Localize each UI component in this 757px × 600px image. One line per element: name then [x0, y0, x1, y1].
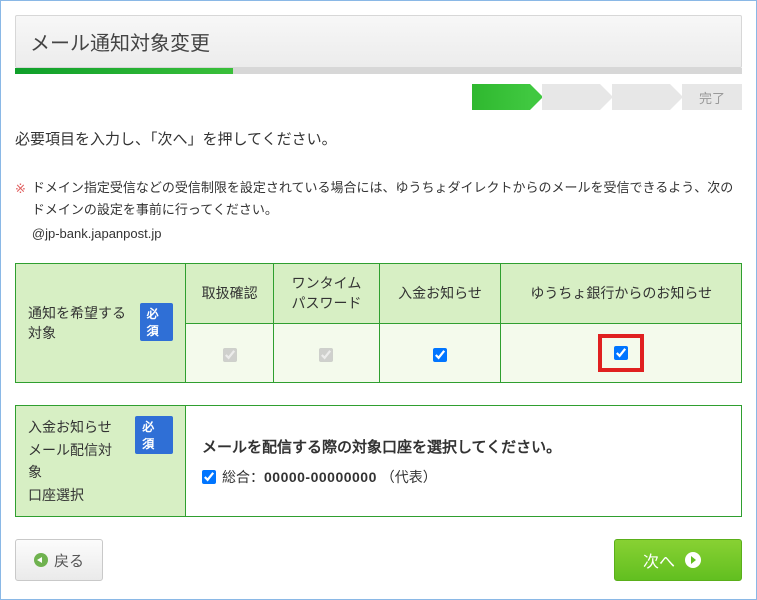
checkbox-deposit-notice[interactable]: [433, 348, 447, 362]
col-header-3: 入金お知らせ: [379, 264, 501, 324]
next-button[interactable]: 次へ: [614, 539, 742, 581]
check-cell-2: [274, 324, 379, 383]
page-title: メール通知対象変更: [15, 15, 742, 68]
check-cell-4: [501, 324, 742, 383]
account-line: 総合：00000-00000000 （代表）: [202, 467, 725, 487]
account-select-content: メールを配信する際の対象口座を選択してください。 総合：00000-000000…: [186, 406, 742, 517]
checkbox-account[interactable]: [202, 470, 216, 484]
checkbox-handling-confirm: [223, 348, 237, 362]
warning-body: ドメイン指定受信などの受信制限を設定されている場合には、ゆうちょダイレクトからの…: [32, 177, 742, 245]
progress-active: [15, 68, 233, 74]
col-header-4: ゆうちょ銀行からのお知らせ: [501, 264, 742, 324]
account-select-label-cell: 入金お知らせ メール配信対象 口座選択 必須: [16, 406, 186, 517]
account-select-label: 入金お知らせ メール配信対象 口座選択: [28, 416, 125, 506]
required-badge: 必須: [140, 303, 173, 341]
back-button-label: 戻る: [54, 550, 84, 571]
step-1-arrow: [472, 84, 530, 110]
required-badge-2: 必須: [135, 416, 173, 454]
check-cell-3: [379, 324, 501, 383]
account-suffix: （代表）: [381, 469, 437, 485]
notify-target-label-cell: 通知を希望する対象 必須: [16, 264, 186, 383]
notify-target-label: 通知を希望する対象: [28, 303, 130, 343]
warning-block: ※ ドメイン指定受信などの受信制限を設定されている場合には、ゆうちょダイレクトか…: [15, 177, 742, 245]
warning-mark: ※: [15, 178, 26, 245]
next-button-label: 次へ: [643, 548, 675, 572]
account-prefix: 総合：: [222, 469, 264, 485]
highlight-box: [598, 334, 644, 372]
account-select-instruction: メールを配信する際の対象口座を選択してください。: [202, 436, 725, 457]
warning-text: ドメイン指定受信などの受信制限を設定されている場合には、ゆうちょダイレクトからの…: [32, 177, 742, 221]
checkbox-bank-notice[interactable]: [614, 346, 628, 360]
account-number: 00000-00000000: [264, 469, 377, 485]
instruction-text: 必要項目を入力し、「次へ」を押してください。: [15, 128, 742, 149]
warning-domain: @jp-bank.japanpost.jp: [32, 223, 742, 245]
col-header-2: ワンタイム パスワード: [274, 264, 379, 324]
check-cell-1: [186, 324, 274, 383]
step-indicator: 完了: [15, 84, 742, 110]
step-2-arrow: [542, 84, 600, 110]
progress-inactive: [233, 68, 742, 74]
step-final: 完了: [682, 84, 742, 110]
back-button[interactable]: 戻る: [15, 539, 103, 581]
progress-bar: [15, 68, 742, 74]
arrow-right-icon: [685, 552, 701, 568]
col-header-1: 取扱確認: [186, 264, 274, 324]
step-3-arrow: [612, 84, 670, 110]
button-row: 戻る 次へ: [15, 539, 742, 595]
account-select-table: 入金お知らせ メール配信対象 口座選択 必須 メールを配信する際の対象口座を選択…: [15, 405, 742, 517]
notify-target-table: 通知を希望する対象 必須 取扱確認 ワンタイム パスワード 入金お知らせ ゆうち…: [15, 263, 742, 383]
checkbox-onetime-password: [319, 348, 333, 362]
arrow-left-icon: [34, 553, 48, 567]
page-container: メール通知対象変更 完了 必要項目を入力し、「次へ」を押してください。 ※ ドメ…: [0, 0, 757, 600]
